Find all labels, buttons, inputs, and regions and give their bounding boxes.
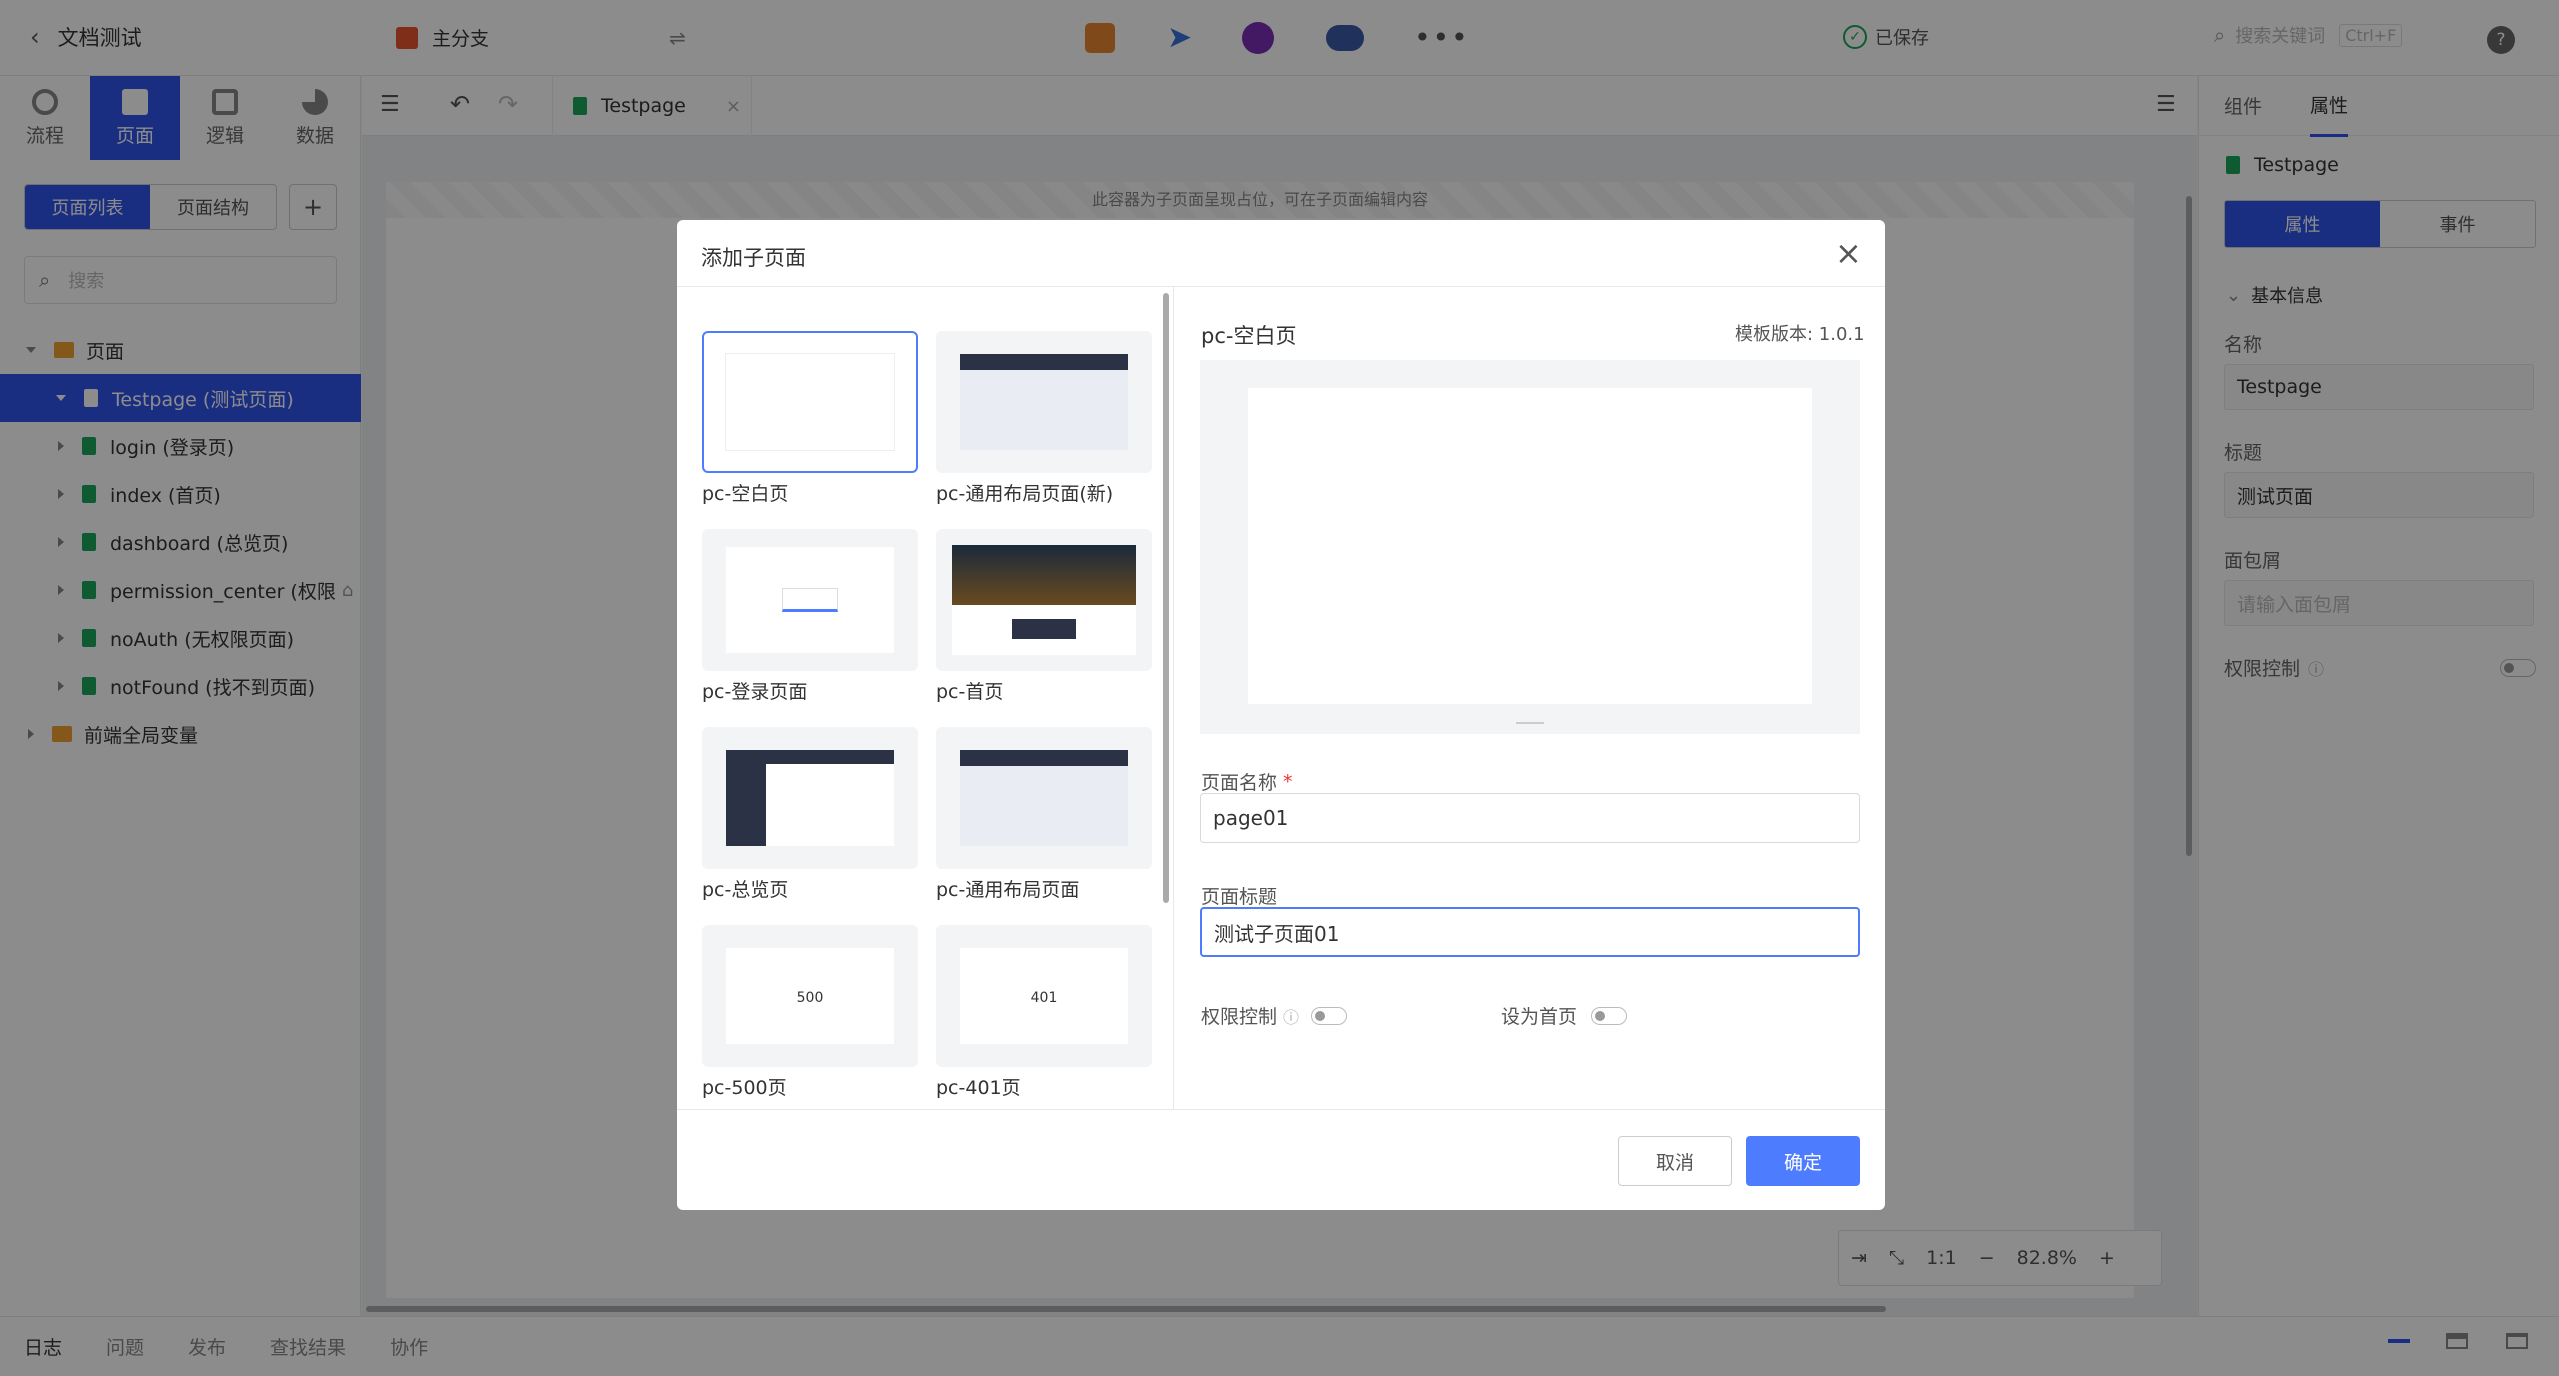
set-homepage: 设为首页: [1501, 1002, 1628, 1029]
page-title-input[interactable]: 测试子页面01: [1200, 907, 1860, 957]
page-title-label: 页面标题: [1201, 886, 1278, 908]
permission-toggle[interactable]: [1311, 1006, 1348, 1025]
page-name-input[interactable]: page01: [1200, 793, 1860, 843]
template-list: pc-空白页 pc-通用布局页面(新) pc-登录页面 pc-首页 pc-总览页…: [677, 287, 1174, 1109]
template-pc-blank[interactable]: pc-空白页: [702, 331, 918, 506]
page-name-label: 页面名称 *: [1201, 770, 1293, 795]
permission-control: 权限控制 ⓘ: [1201, 1002, 1348, 1029]
template-scrollbar[interactable]: [1163, 293, 1169, 903]
template-version: 模板版本: 1.0.1: [1735, 324, 1865, 345]
cancel-button[interactable]: 取消: [1618, 1136, 1732, 1186]
preview-title: pc-空白页: [1201, 324, 1297, 348]
template-pc-home[interactable]: pc-首页: [936, 529, 1152, 704]
dialog-title: 添加子页面: [701, 246, 806, 270]
template-pc-layout-new[interactable]: pc-通用布局页面(新): [936, 331, 1152, 506]
template-preview: [1200, 360, 1860, 734]
close-icon[interactable]: ×: [1835, 234, 1862, 272]
template-pc-dashboard[interactable]: pc-总览页: [702, 727, 918, 902]
template-pc-401[interactable]: 401 pc-401页: [936, 925, 1152, 1100]
homepage-toggle[interactable]: [1591, 1006, 1628, 1025]
template-pc-login[interactable]: pc-登录页面: [702, 529, 918, 704]
template-pc-layout[interactable]: pc-通用布局页面: [936, 727, 1152, 902]
info-icon: ⓘ: [1283, 1007, 1300, 1027]
add-subpage-dialog: 添加子页面 × pc-空白页 pc-通用布局页面(新) pc-登录页面 pc-首…: [677, 220, 1885, 1210]
template-pc-500[interactable]: 500 pc-500页: [702, 925, 918, 1100]
confirm-button[interactable]: 确定: [1746, 1136, 1860, 1186]
required-mark: *: [1283, 770, 1293, 793]
